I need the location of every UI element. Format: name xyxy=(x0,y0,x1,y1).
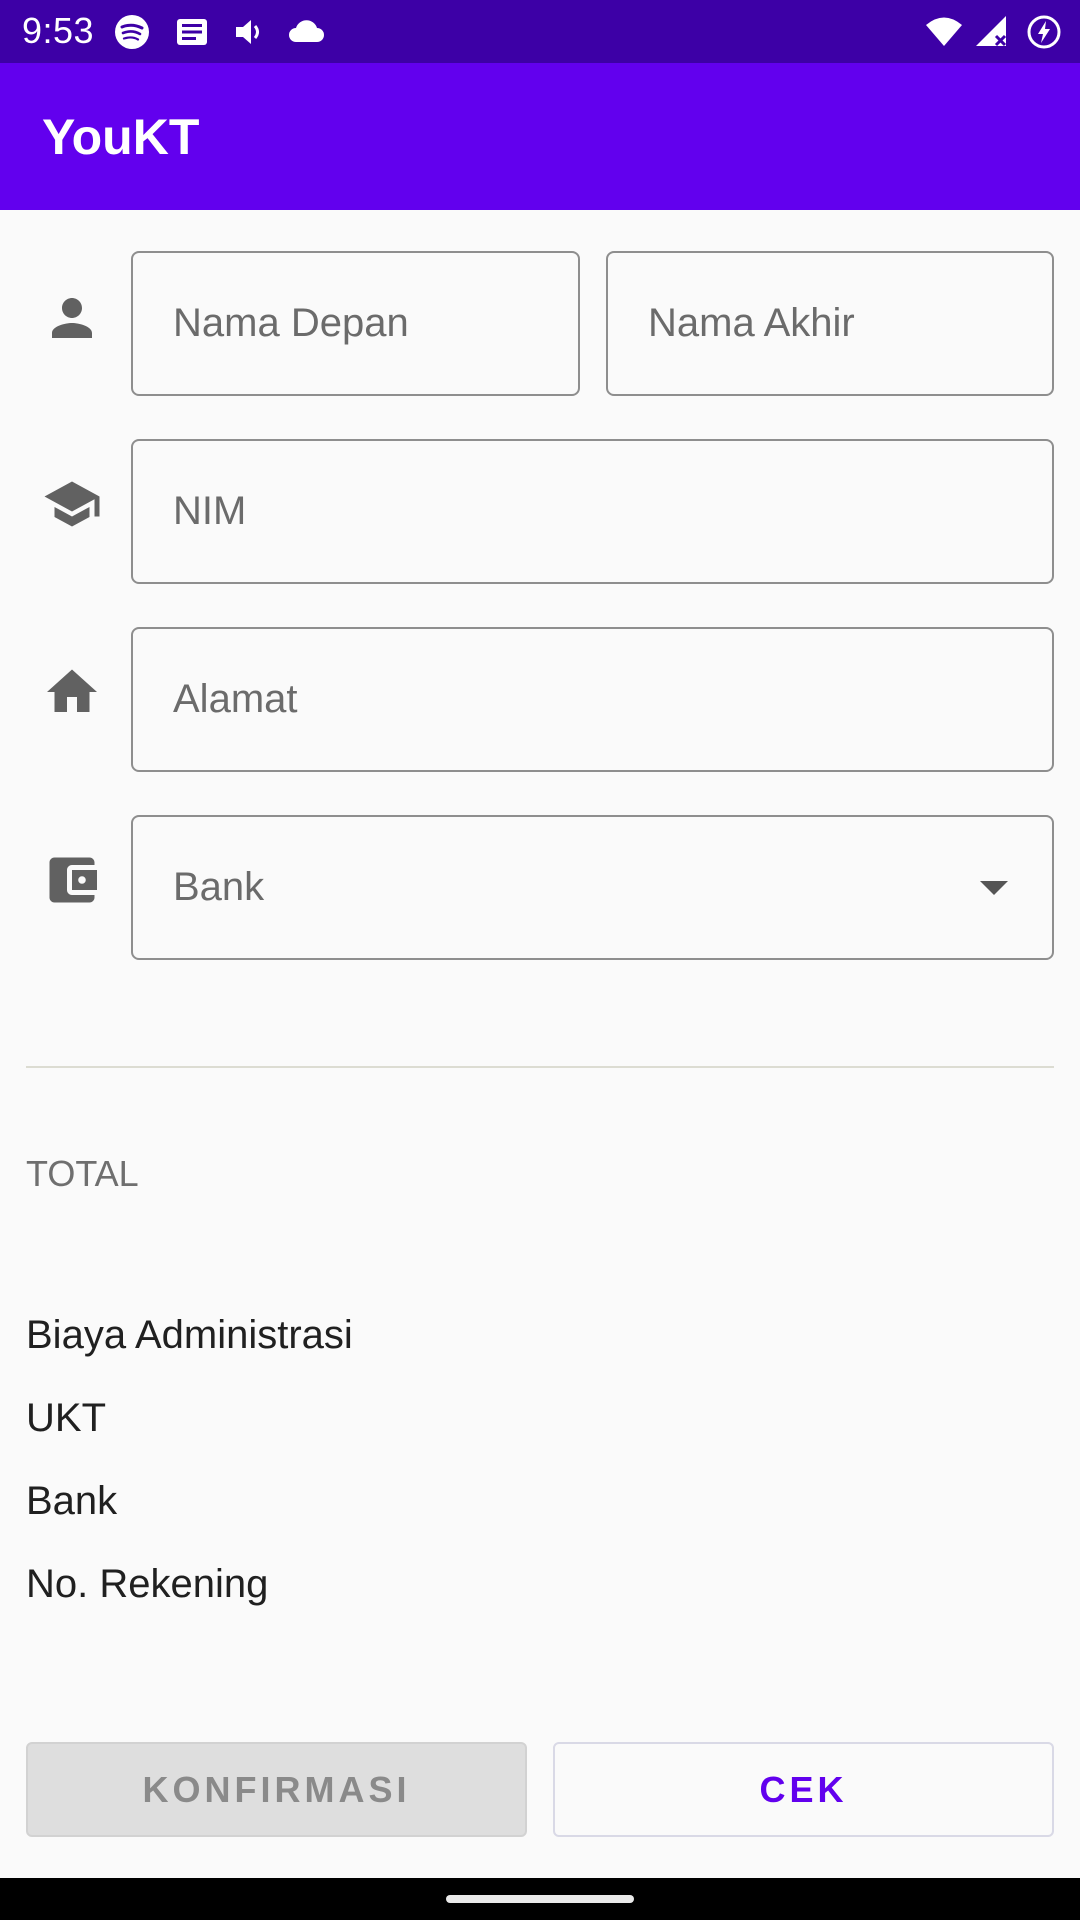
nim-placeholder: NIM xyxy=(173,489,247,533)
battery-charging-icon xyxy=(1026,14,1062,50)
divider xyxy=(26,1066,1054,1068)
signal-icon xyxy=(974,14,1010,50)
news-icon xyxy=(174,14,210,50)
navigation-bar xyxy=(0,1878,1080,1920)
wifi-icon xyxy=(924,14,964,50)
status-time: 9:53 xyxy=(22,10,95,51)
address-placeholder: Alamat xyxy=(173,677,298,721)
wallet-icon xyxy=(42,850,102,910)
app-bar: YouKT xyxy=(0,63,1080,210)
confirm-button[interactable]: KONFIRMASI xyxy=(26,1742,527,1837)
summary-item-admin-fee: Biaya Administrasi xyxy=(26,1313,353,1357)
dropdown-arrow-icon xyxy=(980,881,1008,895)
total-label: TOTAL xyxy=(26,1153,139,1194)
summary-item-bank: Bank xyxy=(26,1479,118,1523)
first-name-field[interactable]: Nama Depan xyxy=(131,251,580,396)
status-bar: 9:53 xyxy=(0,0,1080,63)
address-field[interactable]: Alamat xyxy=(131,627,1054,772)
check-button[interactable]: CEK xyxy=(553,1742,1054,1837)
spotify-icon xyxy=(114,14,150,50)
cloud-icon xyxy=(286,14,326,50)
person-icon xyxy=(42,288,102,348)
last-name-placeholder: Nama Akhir xyxy=(648,301,855,345)
volume-icon xyxy=(232,14,268,50)
bank-dropdown-value: Bank xyxy=(173,865,265,909)
summary-item-account-number: No. Rekening xyxy=(26,1562,269,1606)
nim-field[interactable]: NIM xyxy=(131,439,1054,584)
app-title: YouKT xyxy=(42,109,200,165)
graduation-cap-icon xyxy=(42,474,102,534)
last-name-field[interactable]: Nama Akhir xyxy=(606,251,1054,396)
summary-item-ukt: UKT xyxy=(26,1396,106,1440)
home-gesture-handle[interactable] xyxy=(446,1895,634,1903)
first-name-placeholder: Nama Depan xyxy=(173,301,409,345)
screen: 9:53 YouKT Nama Depan Nama Akhir NIM Ala… xyxy=(0,0,1080,1920)
bank-dropdown[interactable]: Bank xyxy=(131,815,1054,960)
home-icon xyxy=(42,662,102,722)
